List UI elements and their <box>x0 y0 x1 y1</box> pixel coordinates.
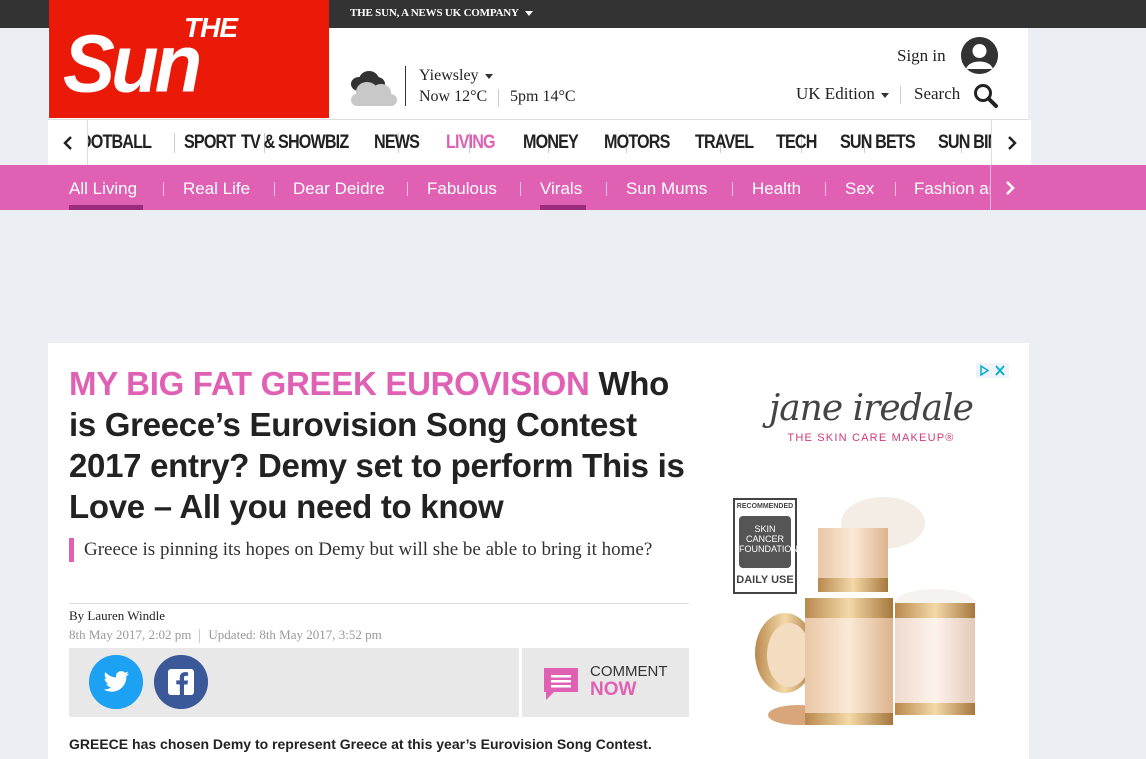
article-headline: MY BIG FAT GREEK EUROVISION Who is Greec… <box>69 363 699 527</box>
subnav-separator <box>606 182 607 196</box>
headline-kicker: MY BIG FAT GREEK EUROVISION <box>69 365 590 402</box>
article: MY BIG FAT GREEK EUROVISION Who is Greec… <box>48 343 1029 759</box>
the-sun-logo[interactable]: THE Sun <box>49 0 329 118</box>
nav-scroll-right-button[interactable] <box>991 120 1031 165</box>
weather-later-divider <box>498 89 499 107</box>
byline-divider <box>69 603 689 604</box>
makeup-jars-image <box>755 497 975 725</box>
edition-label: UK Edition <box>796 84 875 103</box>
chevron-left-icon <box>62 135 72 150</box>
subnav-separator <box>895 182 896 196</box>
advert-tagline: THE SKIN CARE MAKEUP® <box>787 432 955 444</box>
published-date: 8th May 2017, 2:02 pm <box>69 627 192 642</box>
subnav-item-fabulous[interactable]: Fabulous <box>427 179 497 199</box>
chevron-right-icon <box>1007 135 1017 150</box>
updated-date: Updated: 8th May 2017, 3:52 pm <box>208 627 382 642</box>
nav-item-football[interactable]: FOOTBALL <box>88 132 152 154</box>
weather-location-selector[interactable]: Yiewsley <box>419 67 493 85</box>
chevron-down-icon <box>524 10 533 16</box>
sign-in-link[interactable]: Sign in <box>897 46 946 66</box>
company-label: THE SUN, A NEWS UK COMPANY <box>350 7 519 19</box>
subnav-separator <box>732 182 733 196</box>
comment-now-button[interactable]: COMMENT NOW <box>522 648 689 717</box>
share-bar <box>69 648 519 717</box>
nav-item-sun-bingo[interactable]: SUN BINGO <box>938 132 991 154</box>
subnav-item-health[interactable]: Health <box>752 179 801 199</box>
nav-item-money[interactable]: MONEY <box>523 132 579 154</box>
comment-now-label: NOW <box>590 679 637 700</box>
subnav-separator <box>163 182 164 196</box>
weather-later: 5pm 14°C <box>510 88 576 105</box>
subnav-item-sun-mums[interactable]: Sun Mums <box>626 179 707 199</box>
subnav-item-sex[interactable]: Sex <box>845 179 874 199</box>
weather-location: Yiewsley <box>419 67 479 84</box>
subnav-active-indicator <box>540 205 586 210</box>
subnav-separator <box>407 182 408 196</box>
chevron-down-icon <box>484 73 493 79</box>
date-divider <box>199 629 201 644</box>
nav-item-living[interactable]: LIVING <box>446 132 496 154</box>
section-subnavigation: All Living Real Life Dear Deidre Fabulou… <box>0 165 1146 210</box>
nav-item-tv-showbiz[interactable]: TV & SHOWBIZ <box>241 132 349 154</box>
subnav-item-real-life[interactable]: Real Life <box>183 179 250 199</box>
cloudy-weather-icon <box>351 71 397 106</box>
company-menu[interactable]: THE SUN, A NEWS UK COMPANY <box>350 7 533 19</box>
search-icon[interactable] <box>973 83 999 109</box>
nav-scroll-left-button[interactable] <box>48 120 88 165</box>
nav-item-sport[interactable]: SPORT <box>184 132 236 154</box>
nav-separator <box>174 133 175 153</box>
weather-now: Now 12°C <box>419 88 488 105</box>
subnav-separator <box>825 182 826 196</box>
article-byline[interactable]: By Lauren Windle <box>69 608 165 624</box>
nav-item-tech[interactable]: TECH <box>776 132 817 154</box>
nav-item-travel[interactable]: TRAVEL <box>695 132 754 154</box>
subnav-items: All Living Real Life Dear Deidre Fabulou… <box>48 165 990 210</box>
weather-divider <box>405 66 406 106</box>
edition-divider <box>900 86 901 104</box>
subnav-item-all-living[interactable]: All Living <box>69 179 137 199</box>
chevron-right-icon <box>1005 180 1015 195</box>
nav-items: FOOTBALL SPORT TV & SHOWBIZ NEWS LIVING … <box>88 120 991 165</box>
adchoices-icon[interactable] <box>976 363 1009 378</box>
subnav-active-indicator <box>69 205 143 210</box>
subnav-separator <box>274 182 275 196</box>
logo-sun-text: Sun <box>63 16 202 110</box>
comment-icon <box>544 668 578 700</box>
subnav-item-dear-deidre[interactable]: Dear Deidre <box>293 179 385 199</box>
chevron-down-icon <box>880 92 889 98</box>
nav-item-news[interactable]: NEWS <box>374 132 420 154</box>
nav-item-sun-bets[interactable]: SUN BETS <box>840 132 916 154</box>
site-header: THE Sun Yiewsley Now 12°C 5pm 14°C Sign … <box>48 0 1028 119</box>
article-body-first-paragraph: GREECE has chosen Demy to represent Gree… <box>69 736 652 752</box>
twitter-share-icon[interactable] <box>89 655 143 709</box>
search-link[interactable]: Search <box>914 84 960 104</box>
facebook-share-icon[interactable] <box>154 655 208 709</box>
subnav-item-fashion-beauty[interactable]: Fashion and Beauty <box>914 179 990 199</box>
user-avatar-icon[interactable] <box>961 37 998 74</box>
article-dates: 8th May 2017, 2:02 pm Updated: 8th May 20… <box>69 627 382 644</box>
subnav-separator <box>520 182 521 196</box>
main-navigation: FOOTBALL SPORT TV & SHOWBIZ NEWS LIVING … <box>48 119 1031 165</box>
subnav-item-virals[interactable]: Virals <box>540 179 582 199</box>
advertisement[interactable]: jane iredale THE SKIN CARE MAKEUP® RECOM… <box>733 363 1009 759</box>
subnav-scroll-right-button[interactable] <box>990 165 1028 210</box>
article-standfirst: Greece is pinning its hopes on Demy but … <box>69 538 689 562</box>
advert-brand: jane iredale <box>769 388 974 429</box>
comment-label: COMMENT <box>590 663 668 680</box>
nav-item-motors[interactable]: MOTORS <box>604 132 670 154</box>
edition-selector[interactable]: UK Edition <box>796 84 889 104</box>
